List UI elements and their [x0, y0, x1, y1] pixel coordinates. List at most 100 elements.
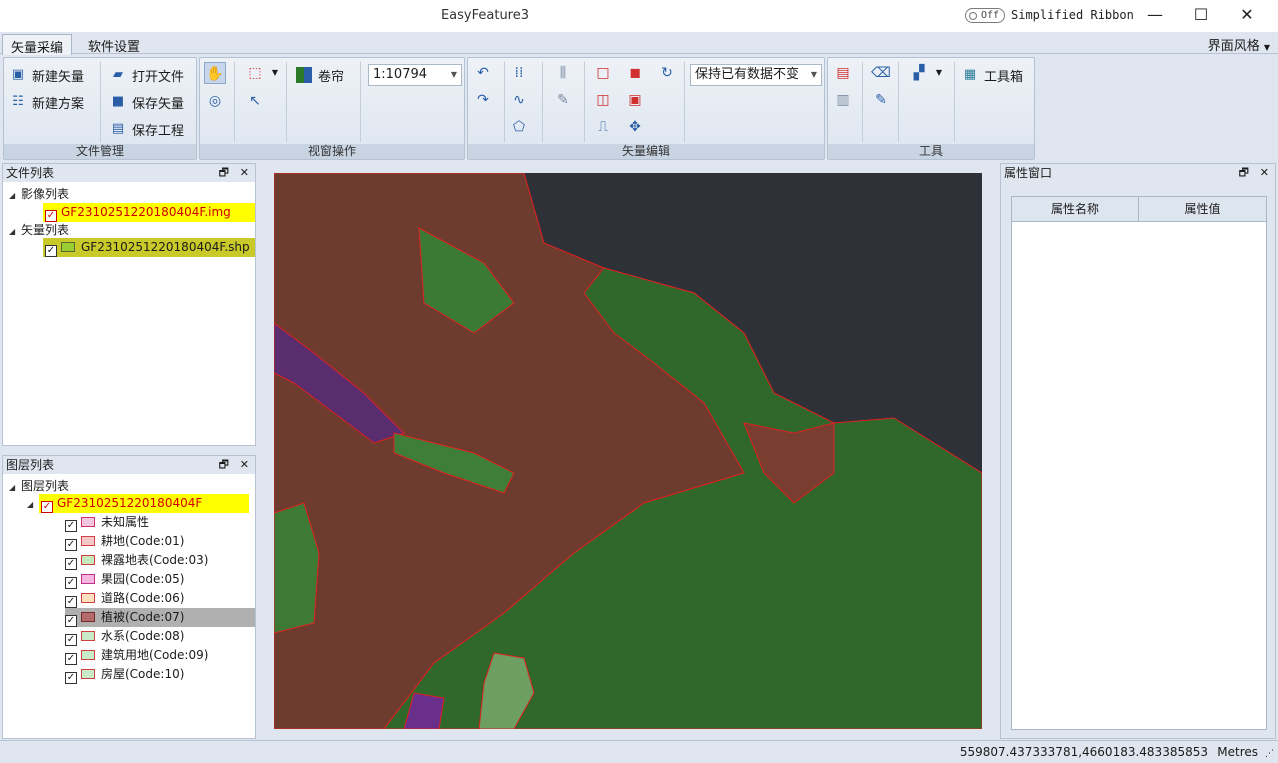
attr-col-name-header[interactable]: 属性名称 [1012, 197, 1139, 222]
curtain-label: 卷帘 [318, 69, 345, 85]
layer-class-item[interactable]: ✓ 建筑用地(Code:09) [65, 646, 255, 665]
float-window-icon[interactable]: 🗗 [219, 164, 229, 182]
new-plan-icon: ☷ [12, 94, 24, 109]
tree-node-layer[interactable]: ◢ ✓ GF2310251220180404F [27, 494, 255, 513]
layer-highlight: ✓ GF2310251220180404F [39, 494, 249, 513]
split-tool-icon[interactable]: ⫼ [552, 62, 574, 84]
move-icon[interactable]: ✥ [624, 116, 646, 138]
map-canvas[interactable] [274, 173, 982, 729]
map-image[interactable] [274, 173, 982, 729]
float-window-icon[interactable]: 🗗 [219, 456, 229, 474]
image-file-item[interactable]: ✓ GF2310251220180404F.img [43, 203, 255, 222]
layer-class-checkbox[interactable]: ✓ [65, 653, 77, 665]
merge-icon[interactable]: ◫ [592, 89, 614, 111]
pan-hand-icon[interactable]: ✋ [204, 62, 226, 84]
layer-class-checkbox[interactable]: ✓ [65, 539, 77, 551]
group-vector-edit: ↶ ↷ ⁞⁞ ∿ ⬠ ⫼ ✎ □ ◫ ⎍ ◼ ▣ ✥ ↻ 保持已有数据不变 ▼ 矢… [467, 57, 825, 160]
open-file-button[interactable]: ▰ 打开文件 [110, 64, 184, 86]
attr-col-value-header[interactable]: 属性值 [1139, 197, 1266, 222]
class-swatch-icon [81, 536, 95, 546]
select-dropdown-chevron-icon[interactable]: ▼ [264, 62, 286, 84]
layers-dropdown-chevron-icon[interactable]: ▼ [928, 62, 950, 84]
polygon-tool-icon[interactable]: ⬠ [508, 116, 530, 138]
tab-vector-edit[interactable]: 矢量采编 [2, 34, 73, 56]
ribbon: ▣ 新建矢量 ☷ 新建方案 ▰ 打开文件 ■ 保存矢量 ▤ 保存工程 文件管理 ✋ ◎ ⬚… [3, 57, 1275, 160]
layer-class-item[interactable]: ✓ 裸露地表(Code:03) [65, 551, 255, 570]
line-tool-icon[interactable]: ∿ [508, 89, 530, 111]
tree-node-image-list[interactable]: ◢ 影像列表 [9, 185, 69, 204]
fill-icon[interactable]: ◼ [624, 62, 646, 84]
new-plan-label: 新建方案 [32, 96, 85, 112]
layer-class-item[interactable]: ✓ 水系(Code:08) [65, 627, 255, 646]
minimize-button[interactable]: — [1132, 4, 1178, 28]
separator [862, 62, 863, 142]
redo-icon[interactable]: ↷ [472, 89, 494, 111]
point-tool-icon[interactable]: ⁞⁞ [508, 62, 530, 84]
class-swatch-icon [81, 593, 95, 603]
rectangle-icon[interactable]: □ [592, 62, 614, 84]
toolbox-button[interactable]: ▦ 工具箱 [962, 64, 1023, 86]
layer-class-item[interactable]: ✓ 房屋(Code:10) [65, 665, 255, 684]
layer-class-checkbox[interactable]: ✓ [65, 558, 77, 570]
resize-grip-icon[interactable]: ⋰ [1265, 749, 1274, 759]
tab-software-settings[interactable]: 软件设置 [80, 34, 148, 55]
rotate-icon[interactable]: ↻ [656, 62, 678, 84]
curtain-icon [296, 67, 312, 83]
zoom-extent-icon[interactable]: ◎ [204, 90, 226, 112]
close-panel-icon[interactable]: ✕ [240, 164, 249, 182]
layers-icon[interactable]: ▞ [908, 62, 930, 84]
close-button[interactable]: ✕ [1224, 4, 1270, 28]
layer-class-item[interactable]: ✓ 道路(Code:06) [65, 589, 255, 608]
vector-file-checkbox[interactable]: ✓ [45, 245, 57, 257]
curtain-button[interactable]: 卷帘 [296, 64, 344, 86]
vector-file-item[interactable]: ✓ GF2310251220180404F.shp [43, 238, 255, 257]
layer-checkbox[interactable]: ✓ [41, 501, 53, 513]
expand-arrow-icon[interactable]: ◢ [27, 495, 39, 514]
ui-style-menu[interactable]: 界面风格 ▼ [1208, 35, 1270, 54]
delete-node-icon[interactable]: ▣ [624, 89, 646, 111]
simplified-ribbon-label: Simplified Ribbon [1011, 8, 1134, 22]
save-project-button[interactable]: ▤ 保存工程 [110, 118, 184, 140]
layer-class-item[interactable]: ✓ 未知属性 [65, 513, 255, 532]
expand-arrow-icon[interactable]: ◢ [9, 186, 21, 205]
file-list-panel: 文件列表 🗗 ✕ ◢ 影像列表 ✓ GF2310251220180404F.img … [2, 163, 256, 446]
layer-list-panel: 图层列表 🗗 ✕ ◢ 图层列表 ◢ ✓ GF2310251220180404F ✓ 未知… [2, 455, 256, 739]
layer-class-checkbox[interactable]: ✓ [65, 596, 77, 608]
layer-class-item[interactable]: ✓ 植被(Code:07) [65, 608, 255, 627]
keep-data-value: 保持已有数据不变 [695, 67, 800, 82]
new-plan-button[interactable]: ☷ 新建方案 [10, 91, 84, 113]
separator [100, 62, 101, 142]
simplified-ribbon-toggle[interactable]: Off [965, 8, 1005, 23]
expand-arrow-icon[interactable]: ◢ [9, 222, 21, 241]
pencil-icon[interactable]: ✎ [870, 89, 892, 111]
reshape-tool-icon[interactable]: ✎ [552, 89, 574, 111]
separator [684, 62, 685, 142]
maximize-button[interactable]: ☐ [1178, 4, 1224, 28]
layer-class-checkbox[interactable]: ✓ [65, 520, 77, 532]
eraser-icon[interactable]: ⌫ [870, 62, 892, 84]
layer-class-label: 植被(Code:07) [101, 610, 185, 624]
pointer-select-icon[interactable]: ↖ [244, 90, 266, 112]
class-swatch-icon [81, 612, 95, 622]
new-vector-button[interactable]: ▣ 新建矢量 [10, 64, 84, 86]
save-vector-button[interactable]: ■ 保存矢量 [110, 91, 184, 113]
layer-class-checkbox[interactable]: ✓ [65, 577, 77, 589]
coordinate-readout: 559807.437333781,4660183.483385853 [959, 745, 1208, 759]
expand-arrow-icon[interactable]: ◢ [9, 478, 21, 497]
layer-class-checkbox[interactable]: ✓ [65, 615, 77, 627]
close-panel-icon[interactable]: ✕ [240, 456, 249, 474]
undo-icon[interactable]: ↶ [472, 62, 494, 84]
layer-class-item[interactable]: ✓ 耕地(Code:01) [65, 532, 255, 551]
keep-data-dropdown[interactable]: 保持已有数据不变 ▼ [690, 64, 822, 86]
layer-class-item[interactable]: ✓ 果园(Code:05) [65, 570, 255, 589]
attribute-edit-icon[interactable]: ▤ [832, 62, 854, 84]
scale-dropdown[interactable]: 1:10794 ▼ [368, 64, 462, 86]
extend-icon[interactable]: ⎍ [592, 116, 614, 138]
close-panel-icon[interactable]: ✕ [1260, 164, 1269, 182]
attribute-list-icon[interactable]: ▥ [832, 89, 854, 111]
toggle-knob-icon [969, 12, 977, 20]
layer-class-checkbox[interactable]: ✓ [65, 634, 77, 646]
float-window-icon[interactable]: 🗗 [1239, 164, 1249, 182]
select-tool-icon[interactable]: ⬚ [244, 62, 266, 84]
layer-class-checkbox[interactable]: ✓ [65, 672, 77, 684]
